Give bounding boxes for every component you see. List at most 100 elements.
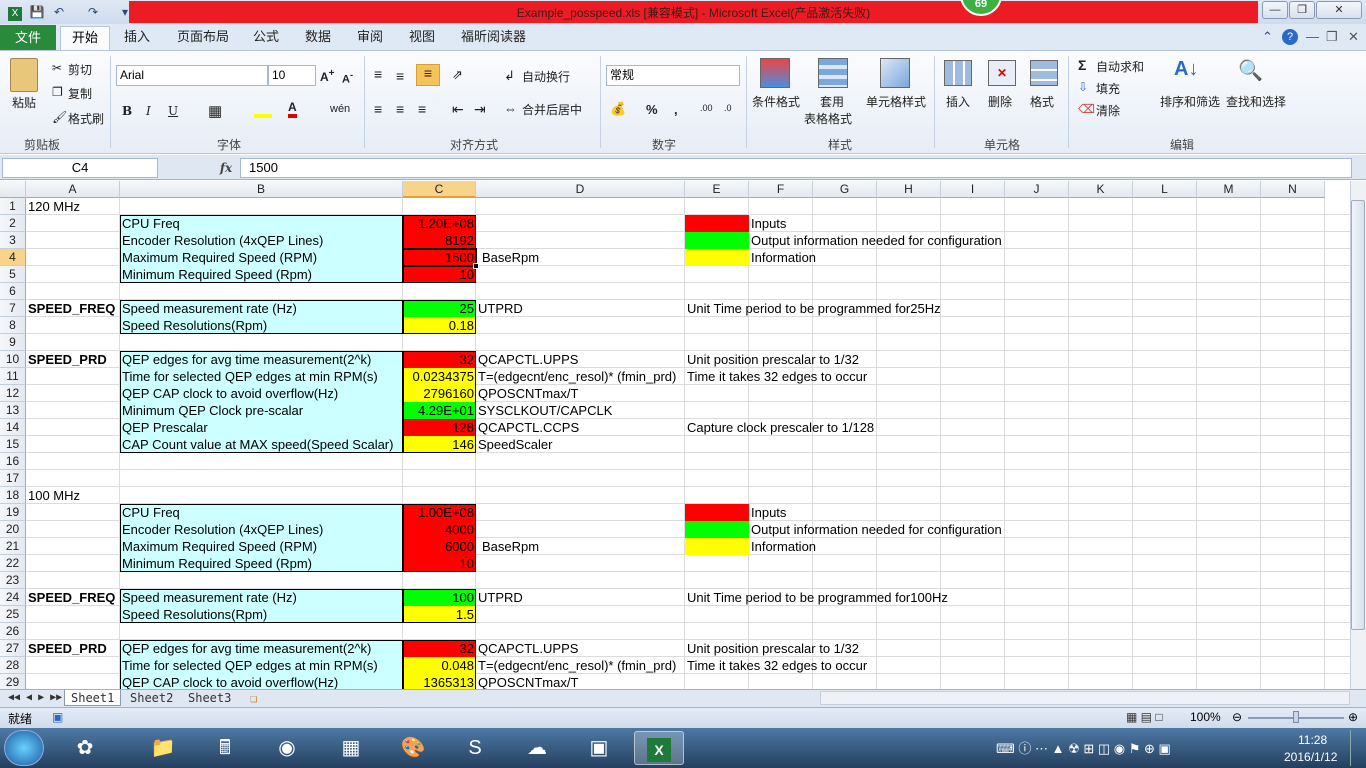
decrease-font-icon[interactable]: A- bbox=[342, 70, 353, 86]
wrap-text-button[interactable]: 自动换行 bbox=[522, 68, 570, 85]
cell-c20[interactable]: 4000 bbox=[403, 521, 476, 538]
cell-a18[interactable]: 100 MHz bbox=[26, 487, 120, 504]
restore-doc-icon[interactable]: ❐ bbox=[1326, 26, 1338, 48]
row-header-14[interactable]: 14 bbox=[0, 419, 26, 436]
insert-cells-button[interactable]: 插入 bbox=[946, 93, 970, 110]
column-header-d[interactable]: D bbox=[476, 181, 685, 198]
delete-cells-button[interactable]: 删除 bbox=[988, 93, 1012, 110]
orientation-icon[interactable]: ⇗ bbox=[452, 67, 463, 83]
fill-handle[interactable] bbox=[473, 263, 479, 269]
sheet-tab-1[interactable]: Sheet1 bbox=[64, 690, 122, 706]
vertical-scroll-thumb[interactable] bbox=[1351, 200, 1365, 630]
taskbar-cloud-icon[interactable]: ☁ bbox=[512, 731, 562, 765]
cell-c28[interactable]: 0.048 bbox=[403, 657, 476, 674]
row-header-18[interactable]: 18 bbox=[0, 487, 26, 504]
zoom-out-icon[interactable]: ⊖ bbox=[1232, 710, 1242, 724]
cell-b13[interactable]: Minimum QEP Clock pre-scalar bbox=[120, 402, 403, 419]
cell-e10[interactable]: Unit position prescalar to 1/32 bbox=[685, 351, 859, 368]
collapse-ribbon-icon[interactable]: ⌃ bbox=[1262, 26, 1273, 48]
zoom-level[interactable]: 100% bbox=[1190, 710, 1221, 724]
cell-d13[interactable]: SYSCLKOUT/CAPCLK bbox=[476, 402, 685, 419]
tab-review[interactable]: 审阅 bbox=[357, 26, 383, 48]
wrap-text-icon[interactable]: ↲ bbox=[504, 68, 515, 84]
cell-c29[interactable]: 1365313 bbox=[403, 674, 476, 689]
cell-e7[interactable]: Unit Time period to be programmed for25H… bbox=[685, 300, 941, 317]
excel-logo-icon[interactable]: X bbox=[6, 3, 24, 21]
row-header-17[interactable]: 17 bbox=[0, 470, 26, 487]
sheet-tab-2[interactable]: Sheet2 bbox=[124, 690, 179, 706]
cell-b22[interactable]: Minimum Required Speed (Rpm) bbox=[120, 555, 403, 572]
cell-b12[interactable]: QEP CAP clock to avoid overflow(Hz) bbox=[120, 385, 403, 402]
minimize-doc-icon[interactable]: — bbox=[1306, 26, 1319, 48]
row-header-26[interactable]: 26 bbox=[0, 623, 26, 640]
worksheet-grid[interactable]: A B C D E F G H I J K L M N 1 2 3 4 5 6 7 8 9 10 11 12 13 14 15 16 17 1… bbox=[0, 181, 1350, 689]
column-header-c[interactable]: C bbox=[403, 181, 476, 198]
zoom-slider-thumb[interactable] bbox=[1293, 711, 1299, 723]
row-header-24[interactable]: 24 bbox=[0, 589, 26, 606]
increase-indent-icon[interactable]: ⇥ bbox=[474, 101, 486, 118]
column-header-f[interactable]: F bbox=[749, 181, 813, 198]
currency-icon[interactable]: 💰 bbox=[610, 101, 626, 117]
horizontal-scrollbar[interactable] bbox=[820, 691, 1350, 705]
row-header-6[interactable]: 6 bbox=[0, 283, 26, 300]
cell-legend-2[interactable]: Inputs bbox=[749, 215, 1049, 232]
number-format-select[interactable]: 常规 bbox=[606, 65, 740, 86]
cell-c21[interactable]: 6000 bbox=[403, 538, 476, 555]
column-header-m[interactable]: M bbox=[1197, 181, 1261, 198]
view-buttons-icon[interactable]: ▦ ▤ □ bbox=[1126, 710, 1163, 724]
cell-styles-icon[interactable] bbox=[880, 58, 910, 88]
column-header-n[interactable]: N bbox=[1261, 181, 1325, 198]
cell-legend-3[interactable]: Output information needed for configurat… bbox=[749, 232, 1049, 249]
cell-d11[interactable]: T=(edgecnt/enc_resol)* (fmin_prd) bbox=[476, 368, 685, 385]
column-header-h[interactable]: H bbox=[877, 181, 941, 198]
italic-icon[interactable]: I bbox=[146, 104, 151, 118]
format-as-table-icon[interactable] bbox=[818, 58, 848, 88]
taskbar-app-icon-9[interactable]: ▣ bbox=[574, 731, 624, 765]
cell-c24[interactable]: 100 bbox=[403, 589, 476, 606]
row-header-5[interactable]: 5 bbox=[0, 266, 26, 283]
help-icon[interactable]: ? bbox=[1282, 29, 1298, 45]
cell-c19[interactable]: 1.00E+08 bbox=[403, 504, 476, 521]
format-cells-icon[interactable] bbox=[1030, 60, 1058, 86]
cell-d21[interactable]: BaseRpm bbox=[476, 538, 685, 555]
cell-e11[interactable]: Time it takes 32 edges to occur bbox=[685, 368, 867, 385]
tab-formulas[interactable]: 公式 bbox=[253, 26, 279, 48]
format-painter-button[interactable]: 格式刷 bbox=[68, 110, 104, 127]
find-select-button[interactable]: 查找和选择 bbox=[1226, 93, 1286, 110]
cell-b15[interactable]: CAP Count value at MAX speed(Speed Scala… bbox=[120, 436, 403, 453]
cell-c27[interactable]: 32 bbox=[403, 640, 476, 657]
increase-decimal-icon[interactable]: .00 bbox=[700, 103, 713, 113]
column-header-k[interactable]: K bbox=[1069, 181, 1133, 198]
taskbar-app-icon-7[interactable]: S bbox=[450, 731, 500, 765]
row-header-8[interactable]: 8 bbox=[0, 317, 26, 334]
row-header-2[interactable]: 2 bbox=[0, 215, 26, 232]
cell-e24[interactable]: Unit Time period to be programmed for100… bbox=[685, 589, 948, 606]
copy-icon[interactable]: ❐ bbox=[52, 85, 63, 99]
phonetic-icon[interactable]: wén bbox=[330, 103, 350, 115]
taskbar-paint-icon[interactable]: 🎨 bbox=[388, 731, 438, 765]
save-icon[interactable]: 💾 bbox=[28, 3, 46, 21]
conditional-format-icon[interactable] bbox=[760, 58, 790, 88]
format-cells-button[interactable]: 格式 bbox=[1030, 93, 1054, 110]
column-header-g[interactable]: G bbox=[813, 181, 877, 198]
cell-c2[interactable]: 1.20E+08 bbox=[403, 215, 476, 232]
cell-b4[interactable]: Maximum Required Speed (RPM) bbox=[120, 249, 403, 266]
cell-b10[interactable]: QEP edges for avg time measurement(2^k) bbox=[120, 351, 403, 368]
fill-color-icon[interactable] bbox=[254, 104, 272, 118]
percent-icon[interactable]: % bbox=[646, 102, 658, 117]
cell-a7[interactable]: SPEED_FREQ bbox=[26, 300, 120, 317]
merge-center-icon[interactable]: ⇔ bbox=[504, 101, 517, 116]
row-header-11[interactable]: 11 bbox=[0, 368, 26, 385]
cell-legend-19[interactable]: Inputs bbox=[749, 504, 1049, 521]
cell-b27[interactable]: QEP edges for avg time measurement(2^k) bbox=[120, 640, 403, 657]
cell-c22[interactable]: 10 bbox=[403, 555, 476, 572]
taskbar-date[interactable]: 2016/1/12 bbox=[1284, 750, 1337, 764]
align-middle-icon[interactable]: ≡ bbox=[396, 68, 404, 84]
row-header-20[interactable]: 20 bbox=[0, 521, 26, 538]
column-header-e[interactable]: E bbox=[685, 181, 749, 198]
cell-c25[interactable]: 1.5 bbox=[403, 606, 476, 623]
cell-b8[interactable]: Speed Resolutions(Rpm) bbox=[120, 317, 403, 334]
row-header-25[interactable]: 25 bbox=[0, 606, 26, 623]
align-bottom-icon[interactable]: ≡ bbox=[416, 64, 440, 86]
tab-data[interactable]: 数据 bbox=[305, 26, 331, 48]
